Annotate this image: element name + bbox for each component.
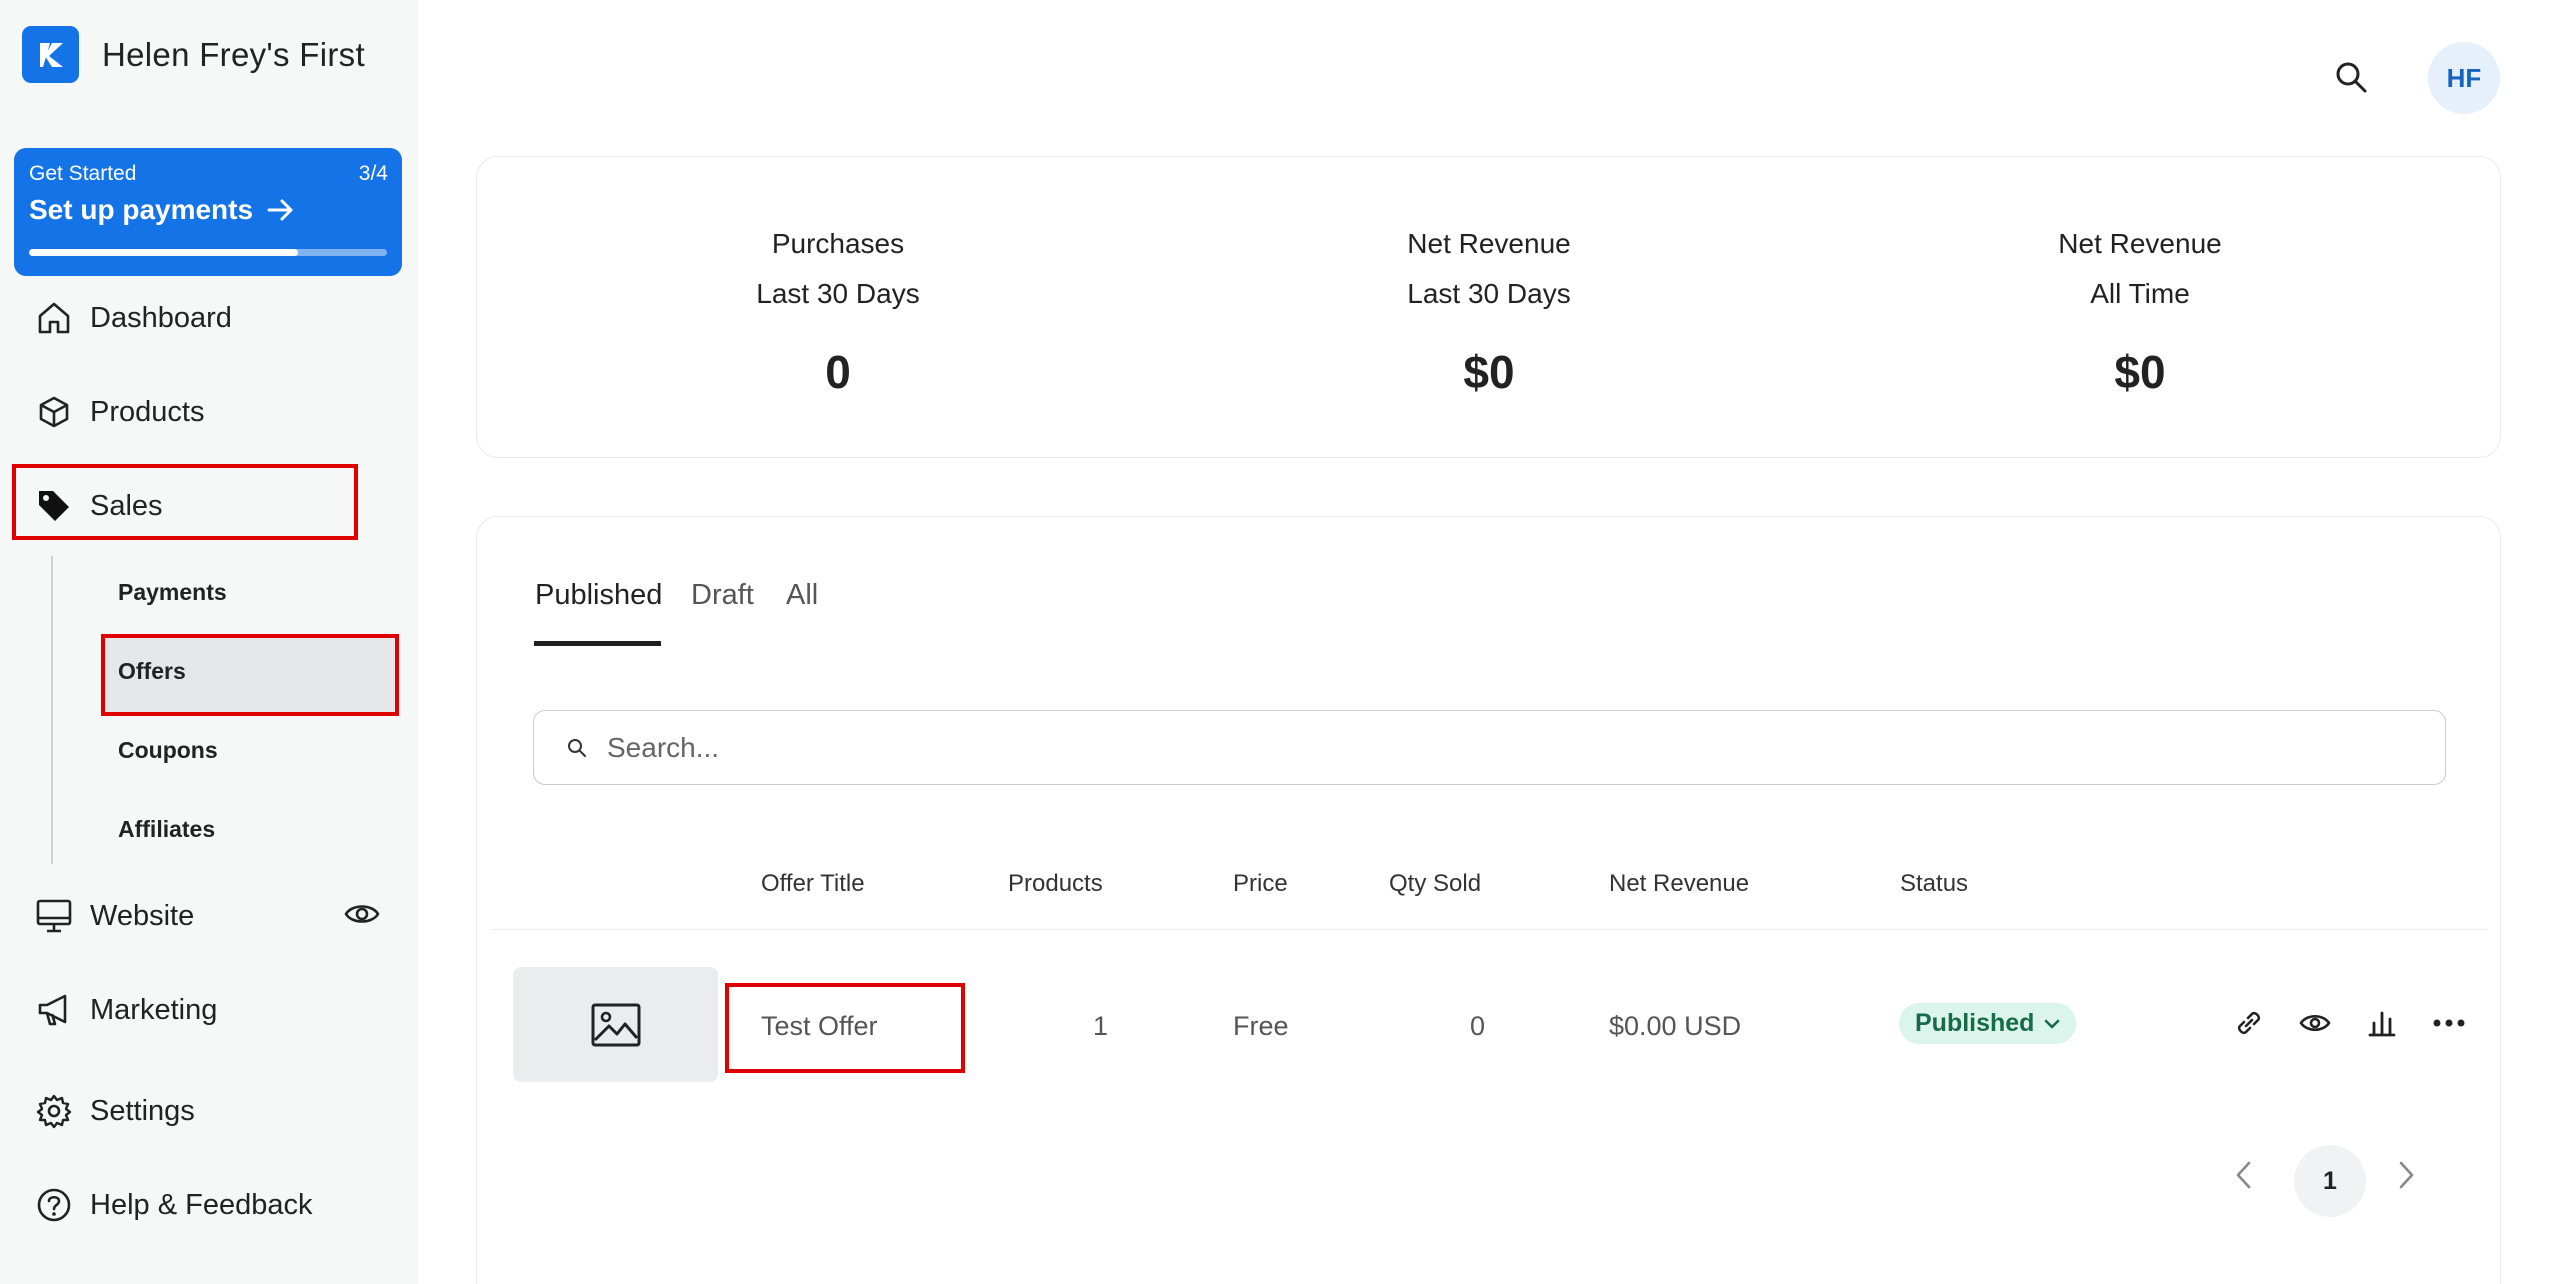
preview-eye-icon[interactable]	[2299, 1007, 2331, 1044]
sidebar-item-label: Help & Feedback	[90, 1188, 313, 1221]
chevron-left-icon[interactable]	[2233, 1159, 2255, 1196]
brand-name: Helen Frey's First	[102, 35, 365, 73]
sidebar-item-label: Settings	[90, 1094, 195, 1127]
avatar[interactable]: HF	[2428, 42, 2500, 114]
gear-icon	[34, 1091, 74, 1131]
sidebar-subitem-affiliates[interactable]: Affiliates	[118, 816, 215, 843]
box-icon	[34, 392, 74, 432]
tab-active-indicator	[534, 641, 661, 646]
stat-period: Last 30 Days	[1407, 278, 1571, 309]
monitor-icon	[34, 896, 74, 936]
get-started-title-text: Set up payments	[29, 194, 254, 225]
stat-label: Net Revenue	[2058, 228, 2222, 259]
arrow-right-icon	[267, 199, 293, 221]
offers-card: Published Draft All Offer Title Products…	[476, 516, 2501, 1284]
get-started-count: 3/4	[358, 162, 388, 185]
brand[interactable]: Helen Frey's First	[22, 26, 365, 83]
offer-thumbnail[interactable]	[513, 967, 718, 1082]
megaphone-icon	[34, 990, 74, 1030]
get-started-label: Get Started	[29, 162, 137, 185]
stat-purchases: Purchases Last 30 Days 0	[638, 219, 1038, 399]
cell-net-revenue: $0.00 USD	[1609, 1011, 1742, 1041]
highlight-box-sales	[12, 464, 358, 540]
status-badge: Published	[1915, 1009, 2035, 1037]
sidebar: Helen Frey's First Get Started 3/4 Set u…	[0, 0, 418, 1284]
highlight-box-test-offer	[725, 983, 965, 1073]
column-header-price[interactable]: Price	[1233, 870, 1288, 898]
stat-value: $0	[1463, 346, 1515, 398]
stat-value: 0	[825, 346, 851, 398]
stat-label: Purchases	[771, 228, 905, 259]
column-header-products[interactable]: Products	[1008, 870, 1103, 898]
column-header-qty[interactable]: Qty Sold	[1389, 870, 1481, 898]
stats-card: Purchases Last 30 Days 0 Net Revenue Las…	[476, 156, 2501, 458]
sidebar-item-website[interactable]: Website	[34, 896, 194, 936]
tab-all[interactable]: All	[786, 579, 818, 612]
get-started-progress-fill	[29, 249, 298, 256]
sidebar-subitem-coupons[interactable]: Coupons	[118, 737, 218, 764]
stat-period: All Time	[2090, 278, 2190, 309]
cell-price: Free	[1233, 1011, 1289, 1041]
stat-net-revenue-all: Net Revenue All Time $0	[1940, 219, 2340, 399]
stat-net-revenue-30: Net Revenue Last 30 Days $0	[1289, 219, 1689, 399]
app-root: Helen Frey's First Get Started 3/4 Set u…	[0, 0, 2560, 1284]
sidebar-item-label: Website	[90, 899, 195, 932]
sidebar-item-label: Products	[90, 395, 205, 428]
column-header-title[interactable]: Offer Title	[761, 870, 865, 898]
brand-logo-icon	[22, 26, 79, 83]
sidebar-subitem-payments[interactable]: Payments	[118, 579, 227, 606]
sidebar-item-label: Marketing	[90, 993, 218, 1026]
help-circle-icon	[34, 1185, 74, 1225]
stat-period: Last 30 Days	[756, 278, 920, 309]
cell-products: 1	[1093, 1011, 1109, 1041]
cell-qty-sold: 0	[1470, 1011, 1486, 1041]
get-started-title: Set up payments	[29, 194, 295, 226]
analytics-icon[interactable]	[2366, 1007, 2398, 1044]
more-options-icon[interactable]	[2432, 1007, 2466, 1044]
column-header-status[interactable]: Status	[1900, 870, 1968, 898]
submenu-divider	[51, 556, 53, 864]
status-dropdown[interactable]: Published	[1899, 1003, 2077, 1044]
link-icon[interactable]	[2233, 1007, 2265, 1044]
stat-label: Net Revenue	[1407, 228, 1571, 259]
tab-draft[interactable]: Draft	[691, 579, 754, 612]
sidebar-item-help[interactable]: Help & Feedback	[34, 1185, 312, 1225]
home-icon	[34, 298, 74, 338]
column-header-revenue[interactable]: Net Revenue	[1609, 870, 1749, 898]
eye-icon[interactable]	[344, 896, 380, 937]
sidebar-item-dashboard[interactable]: Dashboard	[34, 298, 232, 338]
search-field[interactable]	[533, 710, 2446, 785]
search-icon	[568, 738, 586, 757]
stat-value: $0	[2114, 346, 2166, 398]
get-started-card[interactable]: Get Started 3/4 Set up payments	[14, 148, 402, 276]
chevron-right-icon[interactable]	[2395, 1159, 2417, 1196]
sidebar-item-label: Dashboard	[90, 301, 232, 334]
sidebar-item-products[interactable]: Products	[34, 392, 204, 432]
search-icon[interactable]	[2334, 60, 2368, 99]
get-started-progress	[29, 249, 387, 256]
sidebar-item-settings[interactable]: Settings	[34, 1091, 195, 1131]
pagination-page-current[interactable]: 1	[2294, 1145, 2366, 1217]
sidebar-item-marketing[interactable]: Marketing	[34, 990, 217, 1030]
header-divider	[491, 929, 2487, 930]
search-input[interactable]	[607, 731, 2307, 764]
tab-published[interactable]: Published	[535, 579, 662, 612]
chevron-down-icon	[2045, 1019, 2060, 1028]
highlight-box-offers	[101, 634, 399, 716]
image-placeholder-icon	[591, 1003, 640, 1046]
